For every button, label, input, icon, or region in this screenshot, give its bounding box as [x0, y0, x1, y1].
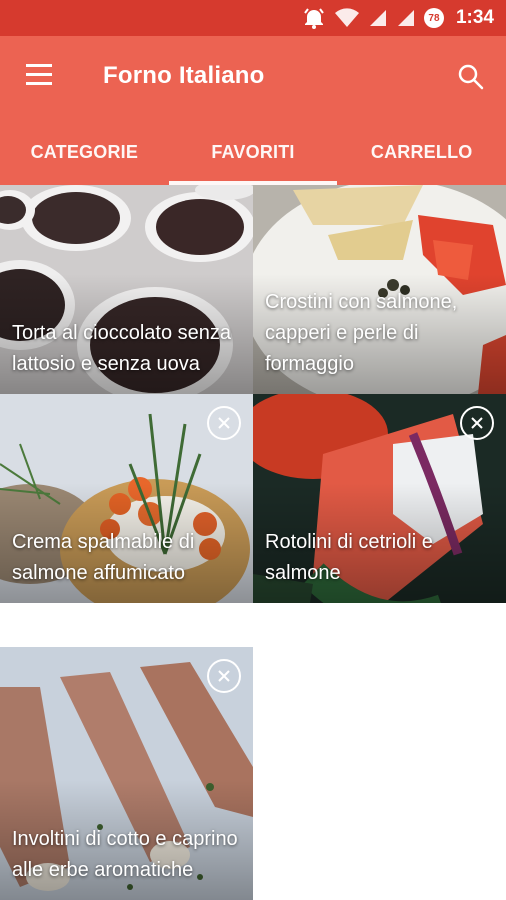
- menu-button[interactable]: [26, 64, 54, 92]
- signal-icon: [369, 10, 386, 26]
- status-bar: 78 1:34: [0, 0, 506, 36]
- favorite-card[interactable]: Torta al cioccolato senza lattosio e sen…: [0, 185, 253, 394]
- tab-categorie[interactable]: CATEGORIE: [0, 120, 169, 185]
- tab-bar: CATEGORIE FAVORITI CARRELLO: [0, 120, 506, 185]
- recipe-title: Involtini di cotto e caprino alle erbe a…: [12, 828, 238, 881]
- favorite-card[interactable]: Crostini con salmone, capperi e perle di…: [253, 185, 506, 394]
- app-title: Forno Italiano: [103, 62, 265, 89]
- wifi-icon: [334, 8, 359, 27]
- clock: 1:34: [455, 7, 494, 28]
- search-icon: [458, 64, 484, 90]
- remove-favorite-button[interactable]: [460, 406, 494, 440]
- status-icons: 78 1:34: [302, 0, 494, 36]
- alarm-icon: [304, 8, 324, 29]
- tab-carrello[interactable]: CARRELLO: [337, 120, 506, 185]
- recipe-title: Crostini con salmone, capperi e perle di…: [265, 291, 458, 375]
- favorites-grid: Torta al cioccolato senza lattosio e sen…: [0, 185, 506, 900]
- favorite-card[interactable]: Involtini di cotto e caprino alle erbe a…: [0, 647, 253, 900]
- search-button[interactable]: [456, 62, 486, 92]
- close-icon: [218, 417, 230, 429]
- recipe-title: Rotolini di cetrioli e salmone: [265, 531, 433, 584]
- hamburger-icon: [26, 64, 54, 85]
- close-icon: [218, 670, 230, 682]
- favorite-card[interactable]: Crema spalmabile di salmone affumicato: [0, 394, 253, 603]
- recipe-title: Crema spalmabile di salmone affumicato: [12, 531, 195, 584]
- remove-favorite-button[interactable]: [207, 659, 241, 693]
- battery-badge: 78: [423, 8, 444, 28]
- tab-favoriti[interactable]: FAVORITI: [168, 120, 338, 185]
- remove-favorite-button[interactable]: [207, 406, 241, 440]
- signal-2-icon: [397, 10, 414, 26]
- close-icon: [471, 417, 483, 429]
- app-bar: Forno Italiano: [0, 36, 506, 120]
- recipe-title: Torta al cioccolato senza lattosio e sen…: [12, 322, 232, 375]
- favorite-card[interactable]: Rotolini di cetrioli e salmone: [253, 394, 506, 603]
